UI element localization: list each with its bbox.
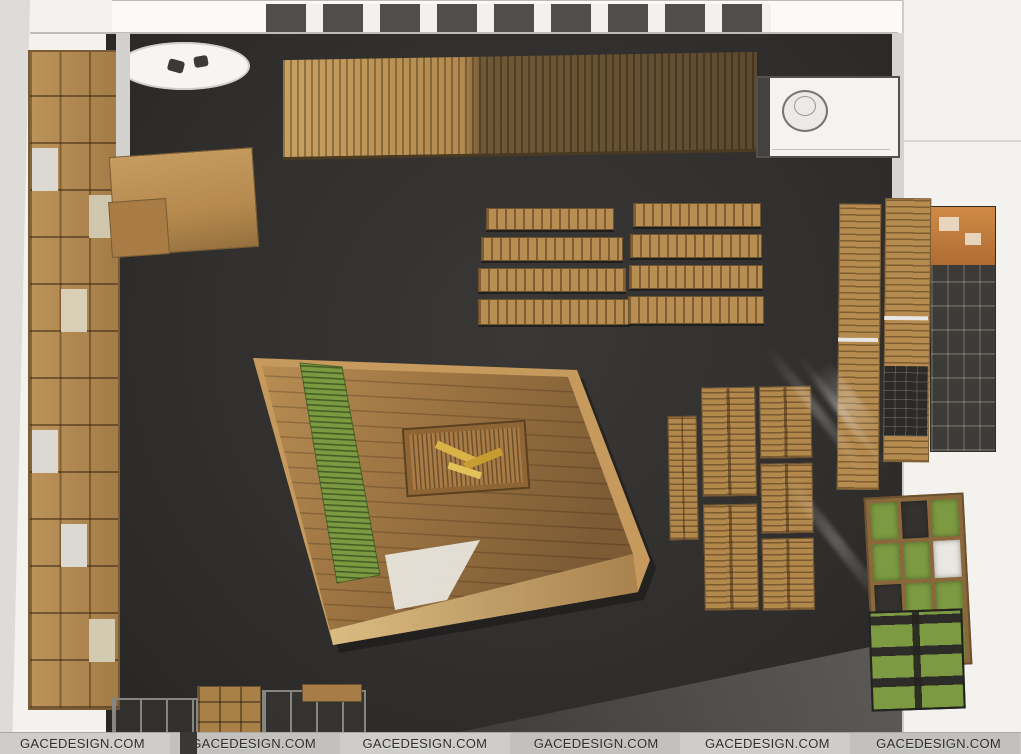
empty-cubby [61,289,87,332]
rack-dark-inset [883,366,928,436]
service-unit [756,76,900,158]
service-unit-side [758,78,770,156]
poster-mark [939,217,959,231]
bench-segment [762,538,815,611]
strip-dark-segment [180,732,197,754]
service-unit-edge [772,149,890,150]
green-cabinet [868,608,965,711]
slatted-table [481,237,623,261]
poster-mark [965,233,981,245]
bottom-wood-strip [302,684,362,702]
poster-header [931,207,995,265]
empty-cubby [32,430,58,473]
slatted-table [629,265,763,289]
shelf-cubby [870,502,899,540]
light-fixture-mark [193,55,209,68]
shelf-cubby [933,540,962,578]
rack-shelf-gap [838,338,878,342]
watermark-text: GACEDESIGN.COM [876,736,1001,751]
slatted-table [478,268,626,292]
shelf-cubby [872,543,901,581]
slatted-tables-left [478,208,630,325]
bench-segment [703,504,759,611]
shelf-cubby [903,541,932,579]
light-fixture-mark [167,58,186,74]
slatted-table [478,299,630,325]
watermark-text: GACEDESIGN.COM [705,736,830,751]
watermark-text: GACEDESIGN.COM [20,736,145,751]
ceiling-beams [266,4,771,34]
bench-mid [701,387,759,614]
platform-table [403,421,529,496]
corner-desk-extension [108,198,170,258]
service-unit-basin-inner [794,96,816,116]
slatted-table [630,234,762,258]
wall-poster [930,206,996,452]
top-wall-line [30,32,898,34]
skylight-line [902,140,1021,142]
ceiling-light [118,42,250,90]
slatted-table [628,296,764,324]
left-cubby-shelf [28,50,120,710]
watermark-strip: GACEDESIGN.COM GACEDESIGN.COM GACEDESIGN… [0,732,1021,754]
bench-segment [701,387,757,497]
watermark-text: GACEDESIGN.COM [534,736,659,751]
watermark-text: GACEDESIGN.COM [191,736,316,751]
wood-slat-panel [283,52,757,160]
vertical-benches [663,384,817,617]
empty-cubby [89,619,115,662]
shelf-cubby [931,499,960,537]
central-platform [225,328,670,663]
bench-narrow [668,416,699,540]
watermark-text: GACEDESIGN.COM [362,736,487,751]
render-canvas: GACEDESIGN.COM GACEDESIGN.COM GACEDESIGN… [0,0,1021,754]
shelf-cubby [900,500,929,538]
slatted-table [633,203,761,227]
rack-shelf-gap [884,316,928,320]
slatted-table [486,208,614,230]
empty-cubby [32,148,58,191]
empty-cubby [61,524,87,567]
slatted-tables-right [628,203,764,324]
